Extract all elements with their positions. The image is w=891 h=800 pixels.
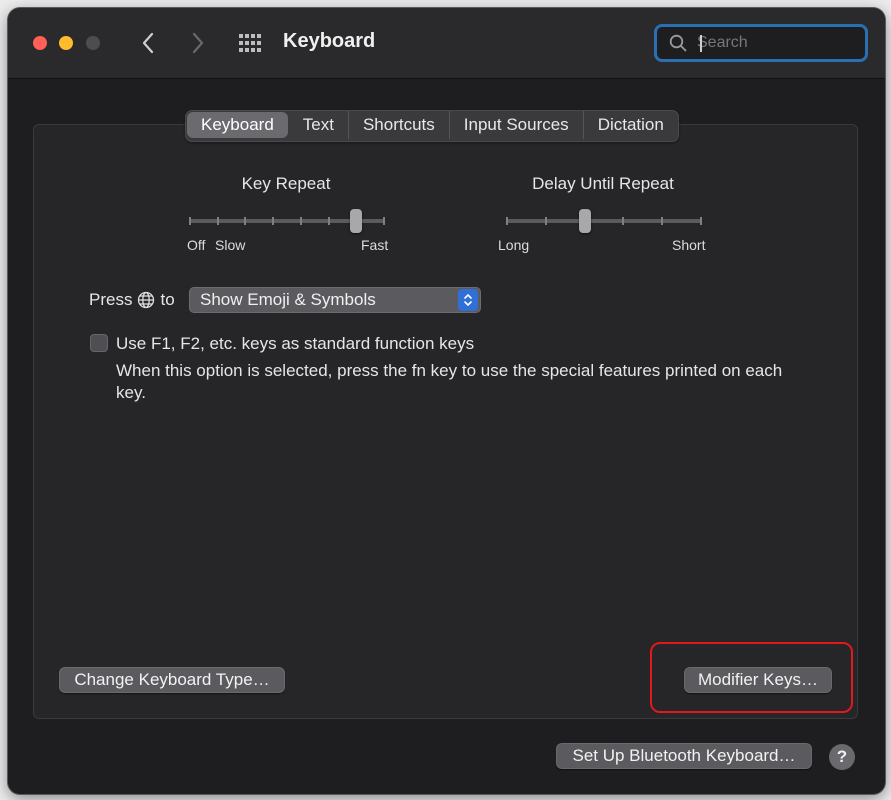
key-repeat-tick: [189, 217, 191, 225]
globe-icon: [138, 291, 155, 309]
keyboard-tab-panel: [33, 124, 858, 719]
key-repeat-tick: [383, 217, 385, 225]
grid-icon: [239, 34, 261, 52]
help-button[interactable]: ?: [829, 744, 855, 770]
key-repeat-tick: [299, 217, 302, 225]
change-keyboard-type-button[interactable]: Change Keyboard Type…: [59, 667, 285, 693]
set-up-bluetooth-keyboard-button[interactable]: Set Up Bluetooth Keyboard…: [556, 743, 812, 769]
press-suffix: to: [160, 290, 175, 309]
modifier-keys-highlight: [650, 642, 853, 713]
key-repeat-tick: [327, 217, 330, 225]
tab-text[interactable]: Text: [289, 111, 349, 139]
fn-keys-help-text: When this option is selected, press the …: [116, 361, 783, 402]
delay-until-repeat-title: Delay Until Repeat: [532, 174, 674, 193]
tab-shortcuts[interactable]: Shortcuts: [349, 111, 450, 139]
delay-long-label: Long: [498, 237, 530, 253]
key-repeat-title: Key Repeat: [241, 174, 331, 193]
delay-until-repeat-tick: [506, 217, 508, 225]
fn-keys-label[interactable]: Use F1, F2, etc. keys as standard functi…: [116, 334, 474, 354]
press-globe-label: Press to: [89, 290, 175, 310]
key-repeat-fast-label: Fast: [361, 237, 389, 253]
show-all-button[interactable]: [236, 31, 264, 55]
delay-until-repeat-tick: [661, 217, 664, 225]
delay-until-repeat-tick: [622, 217, 625, 225]
forward-button[interactable]: [184, 28, 212, 58]
key-repeat-tick: [216, 217, 219, 225]
delay-until-repeat-tick: [700, 217, 702, 225]
close-window-button[interactable]: [33, 36, 47, 50]
zoom-window-button[interactable]: [86, 36, 100, 50]
tab-dictation[interactable]: Dictation: [584, 111, 678, 139]
press-prefix: Press: [89, 290, 133, 309]
back-button[interactable]: [134, 28, 162, 58]
tab-keyboard[interactable]: Keyboard: [187, 112, 288, 138]
fn-keys-checkbox[interactable]: [90, 334, 108, 352]
delay-until-repeat-tick: [544, 217, 547, 225]
globe-action-value: Show Emoji & Symbols: [200, 290, 376, 309]
tab-input-sources[interactable]: Input Sources: [450, 111, 584, 139]
chevron-left-icon: [142, 32, 154, 54]
minimize-window-button[interactable]: [59, 36, 73, 50]
delay-until-repeat-knob[interactable]: [578, 209, 591, 233]
chevron-right-icon: [192, 32, 204, 54]
title-bar: Keyboard: [8, 8, 885, 79]
window-title: Keyboard: [283, 30, 376, 52]
delay-until-repeat-track[interactable]: [506, 219, 702, 223]
key-repeat-slow-label: Slow: [215, 237, 246, 253]
key-repeat-tick: [244, 217, 247, 225]
keyboard-preferences-window: Keyboard Keyboard Text Shortcuts Input S…: [8, 8, 885, 794]
select-arrows-icon: [458, 289, 478, 311]
search-icon: [669, 34, 687, 52]
key-repeat-off-label: Off: [187, 237, 206, 253]
key-repeat-tick: [272, 217, 275, 225]
search-input[interactable]: [695, 33, 849, 53]
tab-bar: Keyboard Text Shortcuts Input Sources Di…: [185, 110, 679, 142]
text-caret: [700, 35, 702, 52]
delay-short-label: Short: [672, 237, 706, 253]
search-field[interactable]: [654, 24, 868, 62]
globe-action-select[interactable]: Show Emoji & Symbols: [189, 287, 481, 313]
key-repeat-knob[interactable]: [350, 209, 363, 233]
